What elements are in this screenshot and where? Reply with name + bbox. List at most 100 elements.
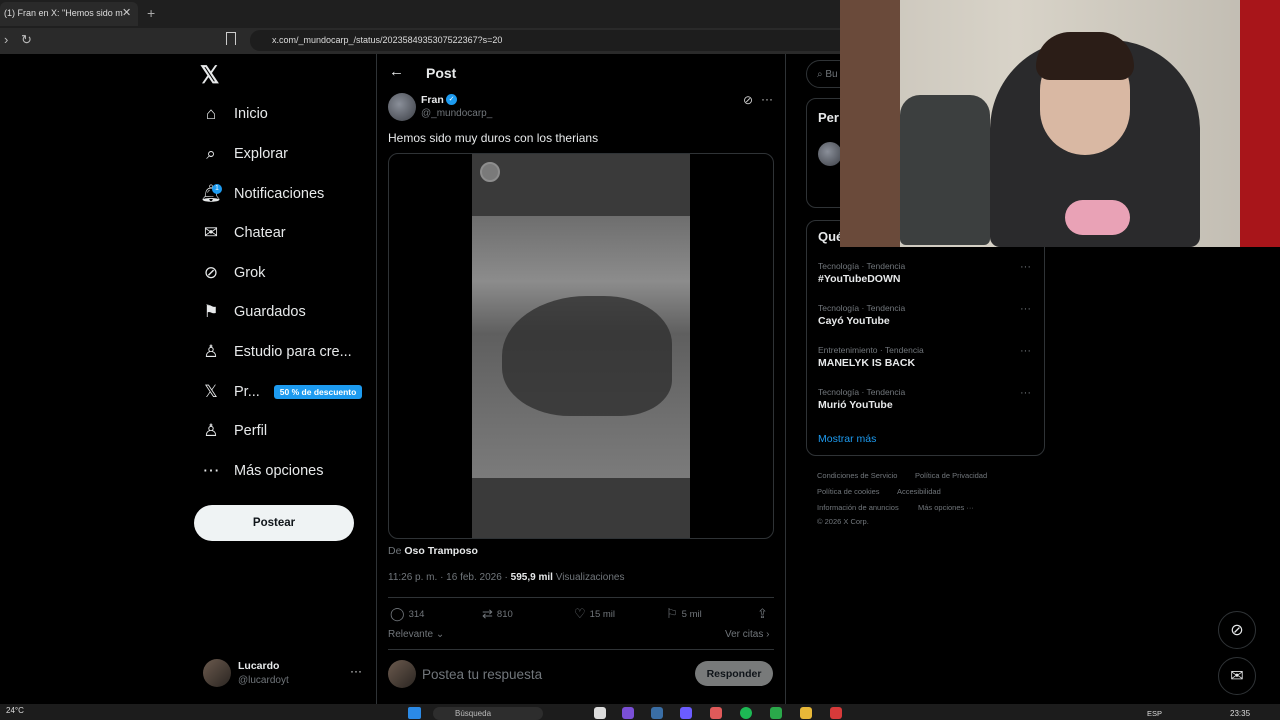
sidebar-item-premium[interactable]: 𝕏 Pr... 50 % de descuento: [200, 377, 363, 407]
weather-widget[interactable]: 24°C: [6, 706, 24, 715]
taskbar-clock[interactable]: 23:35: [1230, 709, 1250, 718]
trend-category: Tecnología · Tendencia: [818, 261, 906, 271]
share-button[interactable]: ⇪: [757, 606, 772, 622]
footer-more-link[interactable]: Más opciones ···: [918, 503, 974, 512]
reply-input[interactable]: [422, 664, 682, 684]
grok-explain-icon[interactable]: ⊘: [743, 93, 753, 107]
bookmark-icon: ⚑: [203, 302, 219, 321]
repost-button[interactable]: ⇄ 810: [482, 606, 513, 622]
trend-name[interactable]: #YouTubeDOWN: [818, 273, 900, 285]
chevron-right-icon: ›: [766, 629, 770, 640]
sidebar-item-label: Explorar: [234, 146, 288, 162]
footer-accessibility-link[interactable]: Accesibilidad: [897, 487, 941, 496]
browser-tab[interactable]: (1) Fran en X: "Hemos sido m: [0, 2, 138, 26]
trend-name[interactable]: Cayó YouTube: [818, 315, 890, 327]
bookmark-page-icon[interactable]: [226, 32, 236, 45]
video-source[interactable]: De Oso Tramposo: [388, 545, 478, 557]
search-icon: ⌕: [206, 144, 216, 163]
trend-category: Tecnología · Tendencia: [818, 387, 906, 397]
post-more-icon[interactable]: ···: [761, 92, 773, 106]
folder-icon[interactable]: [800, 707, 812, 719]
forward-icon[interactable]: ›: [4, 32, 8, 47]
new-tab-icon[interactable]: +: [147, 5, 155, 21]
trend-name[interactable]: MANELYK IS BACK: [818, 357, 915, 369]
trend-more-icon[interactable]: ···: [1020, 261, 1031, 273]
show-more-link[interactable]: Mostrar más: [818, 433, 876, 445]
taskbar-app-icon[interactable]: [622, 707, 634, 719]
trend-category: Entretenimiento · Tendencia: [818, 345, 924, 355]
profile-icon: ♙: [203, 421, 219, 440]
language-indicator[interactable]: ESP: [1147, 709, 1162, 718]
author-handle[interactable]: @_mundocarp_: [421, 108, 492, 119]
sidebar-item-perfil[interactable]: ♙ Perfil: [200, 416, 267, 446]
webcam-hair: [1036, 32, 1134, 80]
post-meta: 11:26 p. m. · 16 feb. 2026 · 595,9 mil V…: [388, 572, 624, 583]
avatar[interactable]: [203, 659, 231, 687]
footer-copyright: © 2026 X Corp.: [817, 517, 869, 526]
view-quotes-link[interactable]: Ver citas ›: [725, 629, 769, 640]
sidebar-item-label: Inicio: [234, 106, 268, 122]
browser-tab-title: (1) Fran en X: "Hemos sido m: [4, 8, 123, 18]
taskbar-search[interactable]: Búsqueda: [433, 707, 543, 720]
taskbar-app-icon[interactable]: [594, 707, 606, 719]
spotify-icon[interactable]: [740, 707, 752, 719]
reload-icon[interactable]: ↻: [21, 32, 32, 48]
sidebar-item-guardados[interactable]: ⚑ Guardados: [200, 297, 305, 327]
windows-start-icon[interactable]: [408, 707, 421, 719]
sidebar-item-explorar[interactable]: ⌕ Explorar: [200, 139, 288, 169]
discount-badge: 50 % de descuento: [273, 385, 363, 399]
sidebar-item-mas-opciones[interactable]: ⋯ Más opciones: [200, 456, 324, 486]
taskbar-app-icon[interactable]: [830, 707, 842, 719]
search-icon: ⌕: [817, 69, 823, 80]
author-avatar[interactable]: [388, 93, 416, 121]
video-subject: [502, 296, 672, 416]
account-handle: @lucardoyt: [238, 675, 289, 686]
webcam-red-panel: [1240, 0, 1280, 247]
more-options-icon: ⋯: [202, 461, 220, 480]
x-logo-icon[interactable]: 𝕏: [200, 61, 219, 90]
bell-icon: 🔔︎ 1: [200, 184, 222, 203]
trend-more-icon[interactable]: ···: [1020, 345, 1031, 357]
column-divider: [785, 54, 786, 704]
trend-more-icon[interactable]: ···: [1020, 387, 1031, 399]
taskbar-app-icon[interactable]: [680, 707, 692, 719]
close-icon[interactable]: ✕: [122, 6, 131, 19]
reply-icon: ◯: [390, 606, 405, 621]
reply-submit-button[interactable]: Responder: [695, 661, 773, 686]
grok-fab-icon[interactable]: ⊘: [1218, 611, 1256, 649]
taskbar-app-icon[interactable]: [770, 707, 782, 719]
post-timestamp[interactable]: 11:26 p. m. · 16 feb. 2026 ·: [388, 572, 511, 583]
messages-fab-icon[interactable]: ✉: [1218, 657, 1256, 695]
verified-icon: ✓: [446, 94, 457, 105]
like-button[interactable]: ♡ 15 mil: [574, 606, 615, 622]
sidebar-item-estudio[interactable]: ♙ Estudio para cre...: [200, 337, 351, 367]
sidebar-item-inicio[interactable]: ⌂ Inicio: [200, 99, 268, 129]
taskbar-app-icon[interactable]: [710, 707, 722, 719]
bookmark-button[interactable]: ⚐ 5 mil: [666, 606, 702, 622]
footer-terms-link[interactable]: Condiciones de Servicio: [817, 471, 897, 480]
reply-button[interactable]: ◯ 314: [390, 606, 424, 622]
author-name[interactable]: Fran: [421, 94, 444, 106]
footer-privacy-link[interactable]: Política de Privacidad: [915, 471, 987, 480]
avatar[interactable]: [818, 142, 842, 166]
sidebar-item-label: Notificaciones: [234, 186, 325, 202]
sidebar-item-chatear[interactable]: ✉ Chatear: [200, 218, 286, 248]
account-more-icon[interactable]: ···: [350, 664, 362, 678]
url-field[interactable]: x.com/_mundocarp_/status/202358493530752…: [250, 30, 850, 51]
view-label: Visualizaciones: [552, 572, 625, 583]
footer-ads-link[interactable]: Información de anuncios: [817, 503, 899, 512]
x-premium-icon: 𝕏: [204, 382, 218, 401]
sidebar-item-notificaciones[interactable]: 🔔︎ 1 Notificaciones: [200, 179, 324, 209]
sort-replies-dropdown[interactable]: Relevante ⌄: [388, 629, 444, 640]
trend-more-icon[interactable]: ···: [1020, 303, 1031, 315]
sidebar-item-grok[interactable]: ⊘ Grok: [200, 258, 266, 288]
post-video[interactable]: [388, 153, 774, 539]
footer-cookies-link[interactable]: Política de cookies: [817, 487, 880, 496]
post-button[interactable]: Postear: [194, 505, 354, 541]
taskbar-app-icon[interactable]: [651, 707, 663, 719]
account-name: Lucardo: [238, 660, 280, 672]
sidebar-item-label: Más opciones: [234, 463, 324, 479]
trend-name[interactable]: Murió YouTube: [818, 399, 893, 411]
back-arrow-icon[interactable]: ←: [389, 63, 404, 80]
heart-icon: ♡: [574, 606, 586, 621]
